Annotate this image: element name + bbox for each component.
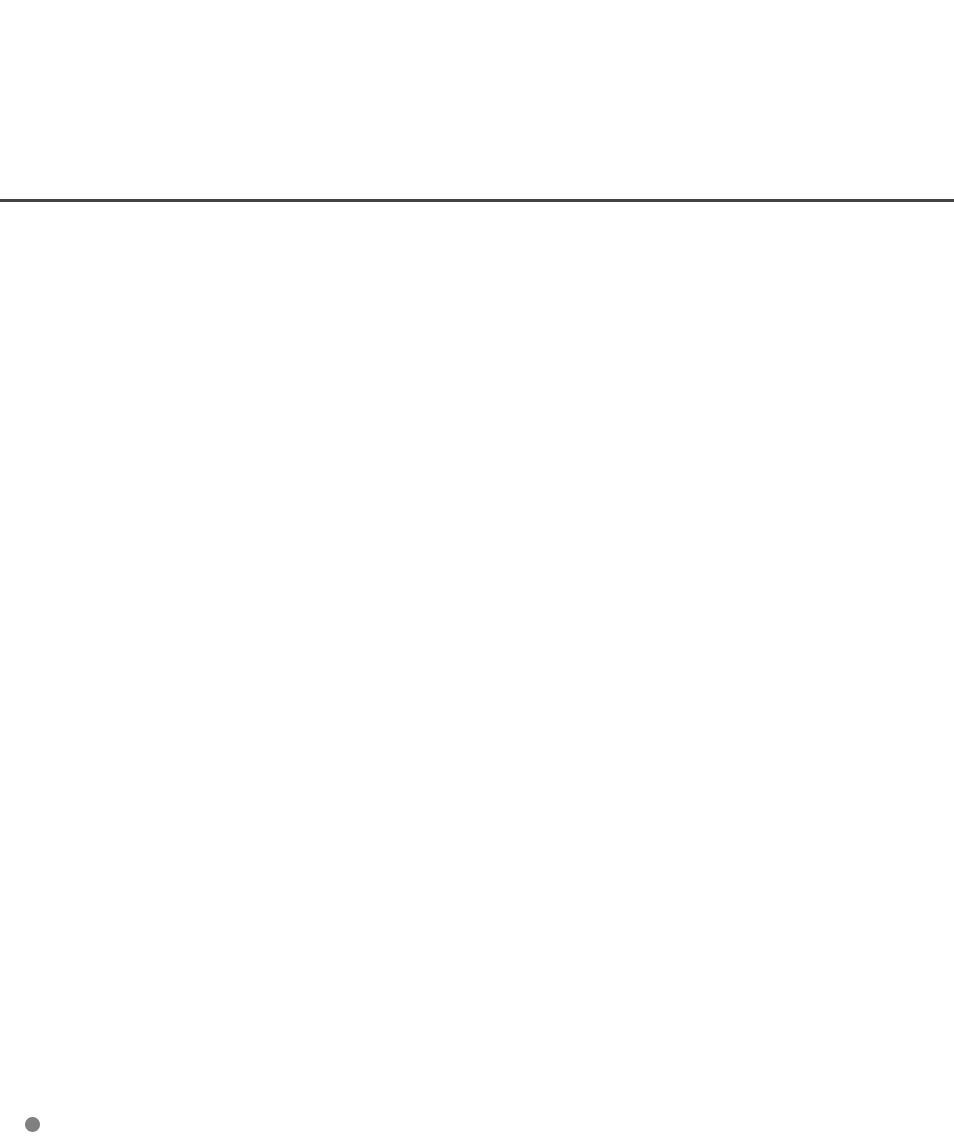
horizontal-divider (0, 199, 954, 202)
dot-indicator-icon (25, 1117, 40, 1132)
